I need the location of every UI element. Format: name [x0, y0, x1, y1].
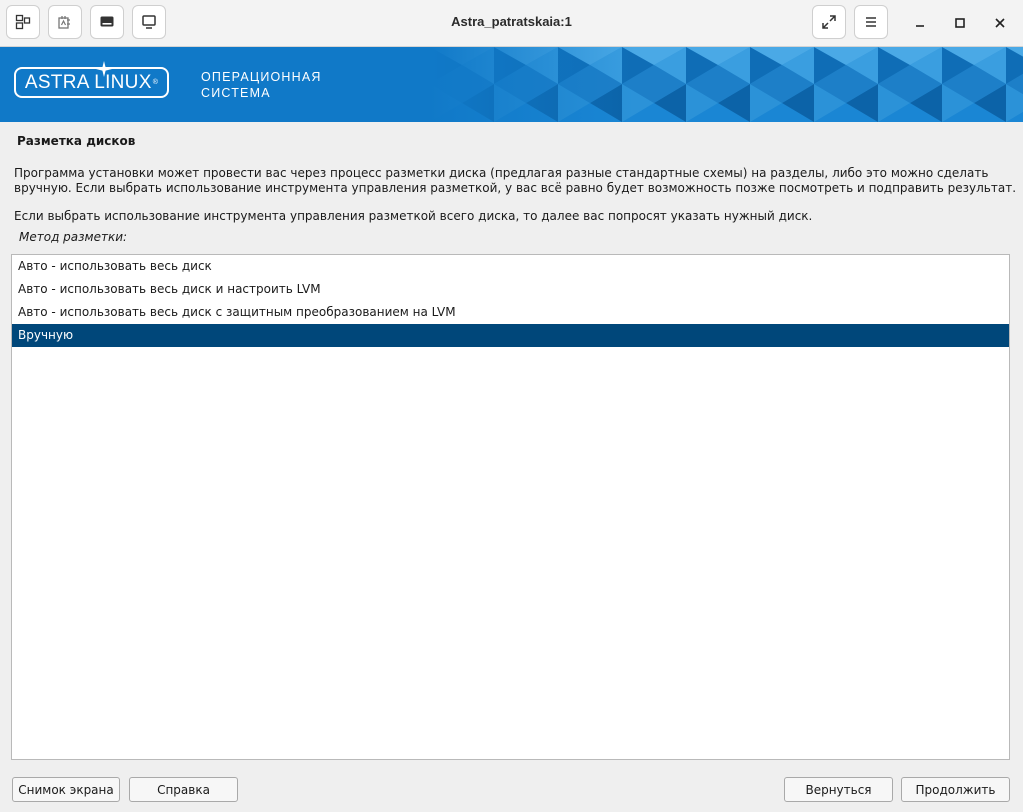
menu-icon: [866, 17, 876, 27]
list-item-auto-encrypted-lvm[interactable]: Авто - использовать весь диск с защитным…: [12, 301, 1009, 324]
astra-logo: ASTRA LINUX ®: [14, 61, 169, 98]
partition-method-list[interactable]: Авто - использовать весь диск Авто - исп…: [11, 254, 1010, 760]
list-item-manual[interactable]: Вручную: [12, 324, 1009, 347]
intro-line-2: вручную. Если выбрать использование инст…: [14, 181, 1017, 195]
intro-line-1: Программа установки может провести вас ч…: [14, 166, 989, 180]
logo-registered: ®: [152, 79, 159, 86]
window-titlebar: Astra_patratskaia:1: [0, 0, 1023, 47]
banner-tagline: ОПЕРАЦИОННАЯ СИСТЕМА: [201, 69, 322, 101]
fullscreen-button[interactable]: [812, 5, 846, 39]
continue-button[interactable]: Продолжить: [901, 777, 1010, 802]
maximize-button[interactable]: [949, 12, 971, 34]
fullscreen-icon: [822, 15, 836, 29]
method-label: Метод разметки:: [19, 230, 128, 244]
tagline-line1: ОПЕРАЦИОННАЯ: [201, 70, 322, 84]
page-title: Разметка дисков: [17, 134, 136, 148]
screenshot-button[interactable]: Снимок экрана: [12, 777, 120, 802]
astra-banner: ASTRA LINUX ® ОПЕРАЦИОННАЯ СИСТЕМА: [0, 47, 1023, 122]
list-item-auto-lvm[interactable]: Авто - использовать весь диск и настроит…: [12, 278, 1009, 301]
help-button[interactable]: Справка: [129, 777, 238, 802]
close-icon: [995, 18, 1005, 28]
star-icon: [96, 61, 112, 77]
close-button[interactable]: [989, 12, 1011, 34]
back-button[interactable]: Вернуться: [784, 777, 893, 802]
menu-button[interactable]: [854, 5, 888, 39]
list-item-auto-whole-disk[interactable]: Авто - использовать весь диск: [12, 255, 1009, 278]
minimize-icon: [916, 25, 924, 27]
tagline-line2: СИСТЕМА: [201, 86, 271, 100]
maximize-icon: [955, 18, 965, 28]
intro-paragraph-2: Если выбрать использование инструмента у…: [14, 209, 813, 223]
logo-text: ASTRA LINUX: [24, 71, 152, 93]
minimize-button[interactable]: [909, 12, 931, 34]
